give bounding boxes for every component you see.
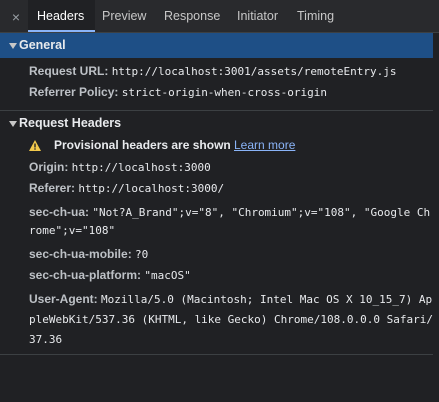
expand-triangle-icon xyxy=(9,121,17,127)
referer-key: Referer: xyxy=(29,181,76,195)
tab-timing[interactable]: Timing xyxy=(297,0,334,32)
user-agent-key: User-Agent: xyxy=(29,292,98,306)
sec-ch-ua-value-continued: rome";v="108" xyxy=(29,224,116,237)
expand-triangle-icon xyxy=(9,43,17,49)
origin-value: http://localhost:3000 xyxy=(71,161,211,174)
sec-ch-ua-platform-value: "macOS" xyxy=(144,269,191,282)
referrer-policy-key: Referrer Policy: xyxy=(29,85,119,99)
sec-ch-ua-platform-key: sec-ch-ua-platform: xyxy=(29,268,142,282)
provisional-headers-warning: Provisional headers are shown xyxy=(54,138,231,152)
user-agent-value: Mozilla/5.0 (Macintosh; Intel Mac OS X 1… xyxy=(101,293,433,306)
user-agent-value-continued-2: 37.36 xyxy=(29,333,63,346)
origin-key: Origin: xyxy=(29,160,69,174)
referer-value: http://localhost:3000/ xyxy=(78,182,225,195)
origin-row: Origin: http://localhost:3000 xyxy=(29,157,211,177)
sec-ch-ua-mobile-row: sec-ch-ua-mobile: ?0 xyxy=(29,244,148,264)
divider xyxy=(0,354,439,355)
referrer-policy-value: strict-origin-when-cross-origin xyxy=(121,86,328,99)
request-url-key: Request URL: xyxy=(29,64,109,78)
tab-response[interactable]: Response xyxy=(164,0,220,32)
referer-row: Referer: http://localhost:3000/ xyxy=(29,178,224,198)
scrollbar[interactable] xyxy=(433,33,439,402)
learn-more-link[interactable]: Learn more xyxy=(234,135,295,155)
sec-ch-ua-row: sec-ch-ua: "Not?A_Brand";v="8", "Chromiu… xyxy=(29,202,430,222)
sec-ch-ua-key: sec-ch-ua: xyxy=(29,205,90,219)
user-agent-value-continued: pleWebKit/537.36 (KHTML, like Gecko) Chr… xyxy=(29,313,439,326)
tab-bar: × Headers Preview Response Initiator Tim… xyxy=(0,0,439,33)
general-section-header[interactable]: General xyxy=(0,33,439,58)
sec-ch-ua-mobile-value: ?0 xyxy=(135,248,149,261)
referrer-policy-row: Referrer Policy: strict-origin-when-cros… xyxy=(29,82,327,102)
request-headers-section-header[interactable]: Request Headers xyxy=(0,110,439,135)
general-title: General xyxy=(19,38,66,52)
tab-preview[interactable]: Preview xyxy=(102,0,146,32)
close-icon[interactable]: × xyxy=(6,8,26,26)
warning-icon xyxy=(29,140,41,151)
request-headers-title: Request Headers xyxy=(19,116,122,130)
sec-ch-ua-platform-row: sec-ch-ua-platform: "macOS" xyxy=(29,265,191,285)
sec-ch-ua-value: "Not?A_Brand";v="8", "Chromium";v="108",… xyxy=(92,206,431,219)
tab-initiator[interactable]: Initiator xyxy=(237,0,278,32)
user-agent-row: User-Agent: Mozilla/5.0 (Macintosh; Inte… xyxy=(29,289,432,309)
request-url-row: Request URL: http://localhost:3001/asset… xyxy=(29,61,396,81)
tab-headers[interactable]: Headers xyxy=(28,0,95,32)
sec-ch-ua-mobile-key: sec-ch-ua-mobile: xyxy=(29,247,132,261)
request-url-value: http://localhost:3001/assets/remoteEntry… xyxy=(111,65,397,78)
